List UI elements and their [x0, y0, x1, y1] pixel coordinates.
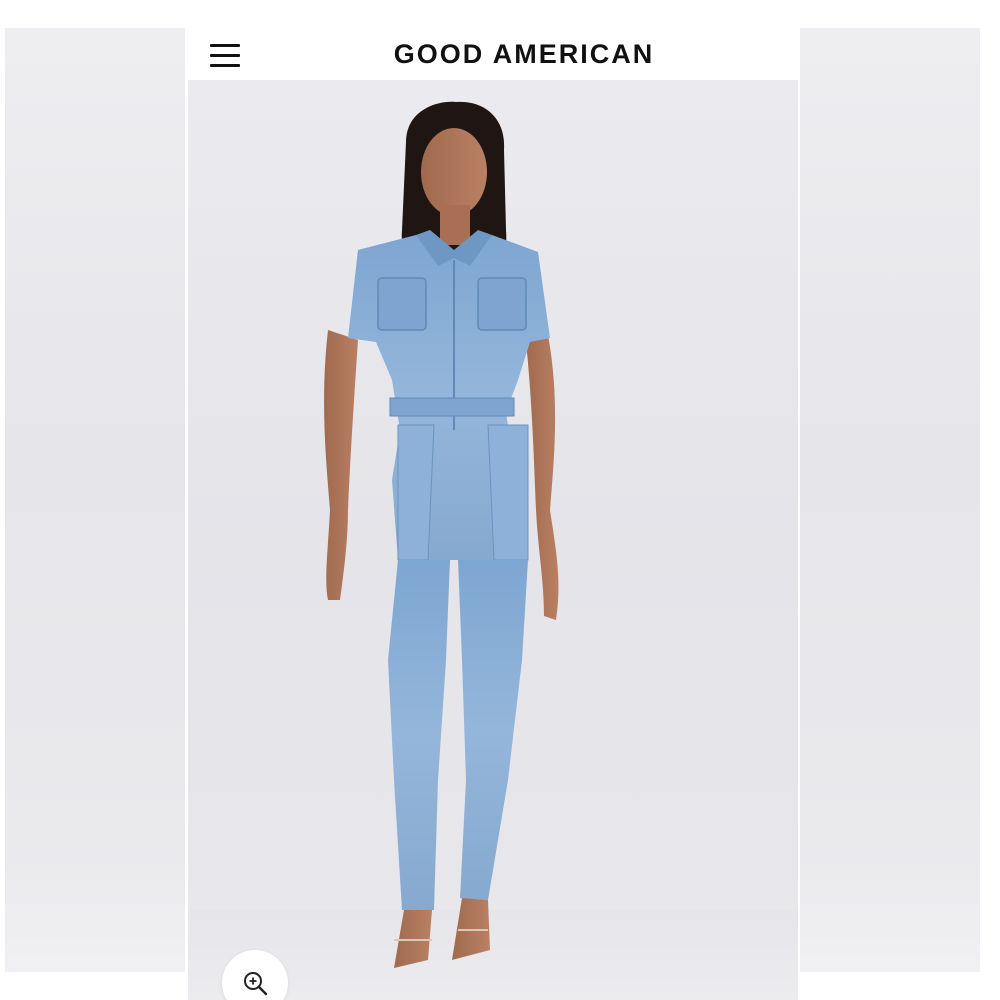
brand-logo[interactable]: GOOD AMERICAN: [188, 28, 798, 80]
site-header: GOOD AMERICAN: [188, 28, 798, 80]
model-in-denim-jumpsuit: [324, 101, 559, 968]
product-screen: GOOD AMERICAN: [188, 28, 798, 1000]
left-backdrop: [5, 28, 185, 972]
right-backdrop: [800, 28, 980, 972]
product-image[interactable]: [188, 80, 798, 1000]
zoom-in-icon: [244, 972, 268, 996]
